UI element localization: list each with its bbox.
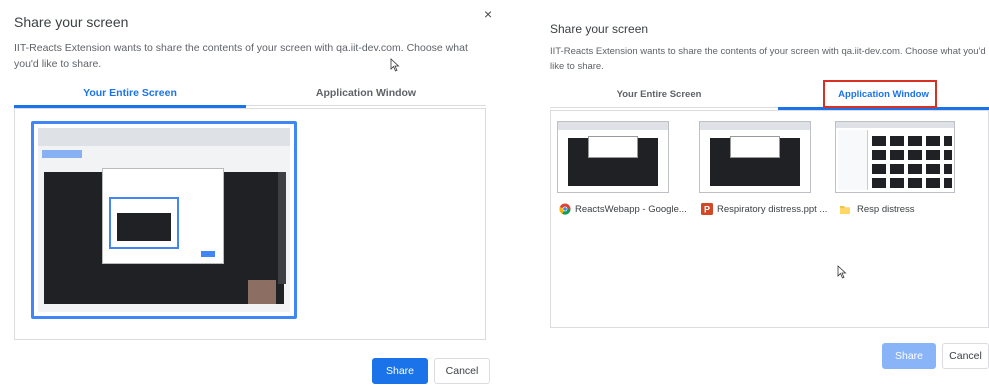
reacts-logo <box>42 150 82 158</box>
nested-thumb-frame <box>109 197 179 249</box>
window-thumbnail[interactable] <box>699 121 811 193</box>
screen-list-panel <box>14 108 486 340</box>
window-thumbnail[interactable] <box>557 121 669 193</box>
window-label: Respiratory distress.ppt ... <box>717 204 828 215</box>
thumb-dialog <box>588 136 638 158</box>
highlight-annotation <box>823 80 937 108</box>
window-label: ReactsWebapp - Google... <box>575 204 687 215</box>
video-tile <box>248 280 276 304</box>
mouse-cursor-icon <box>837 265 847 279</box>
share-screen-dialog-right: Share your screen IIT-Reacts Extension w… <box>540 0 989 385</box>
share-button[interactable]: Share <box>372 358 428 384</box>
svg-text:P: P <box>704 205 710 215</box>
browser-toolbar <box>38 128 290 146</box>
dialog-description: IIT-Reacts Extension wants to share the … <box>14 42 468 70</box>
side-toolbar <box>278 172 286 284</box>
entire-screen-thumbnail[interactable] <box>31 121 297 319</box>
thumb-toolbar <box>558 122 668 130</box>
dialog-title: Share your screen <box>14 14 129 30</box>
thumb-dialog <box>730 136 780 158</box>
tab-application-window[interactable]: Application Window <box>246 82 486 106</box>
chrome-icon <box>559 203 571 215</box>
nested-share-button <box>201 251 215 257</box>
cancel-button[interactable]: Cancel <box>942 343 989 369</box>
mouse-cursor-icon <box>390 58 400 72</box>
window-thumbnail[interactable] <box>835 121 955 193</box>
nested-thumb-dark <box>117 213 171 241</box>
close-icon[interactable]: × <box>484 6 492 22</box>
dialog-title: Share your screen <box>550 22 649 36</box>
thumb-toolbar <box>836 122 954 128</box>
share-button[interactable]: Share <box>882 343 936 369</box>
nested-dialog-preview <box>102 168 224 264</box>
dialog-description: IIT-Reacts Extension wants to share the … <box>550 46 986 72</box>
window-label: Resp distress <box>857 204 915 215</box>
tab-entire-screen[interactable]: Your Entire Screen <box>550 84 768 108</box>
powerpoint-icon: P <box>701 203 713 215</box>
thumb-toolbar <box>700 122 810 130</box>
window-list-panel: ReactsWebapp - Google... P Respiratory d… <box>550 110 989 328</box>
tab-entire-screen[interactable]: Your Entire Screen <box>14 82 246 108</box>
thumb-icon-grid <box>872 134 952 188</box>
folder-icon <box>840 206 850 214</box>
thumb-sidebar <box>838 130 868 190</box>
tab-bar: Your Entire Screen Application Window <box>14 82 486 108</box>
screen-preview <box>38 128 290 312</box>
share-screen-dialog-left: Share your screen × IIT-Reacts Extension… <box>0 0 500 385</box>
cancel-button[interactable]: Cancel <box>434 358 490 384</box>
